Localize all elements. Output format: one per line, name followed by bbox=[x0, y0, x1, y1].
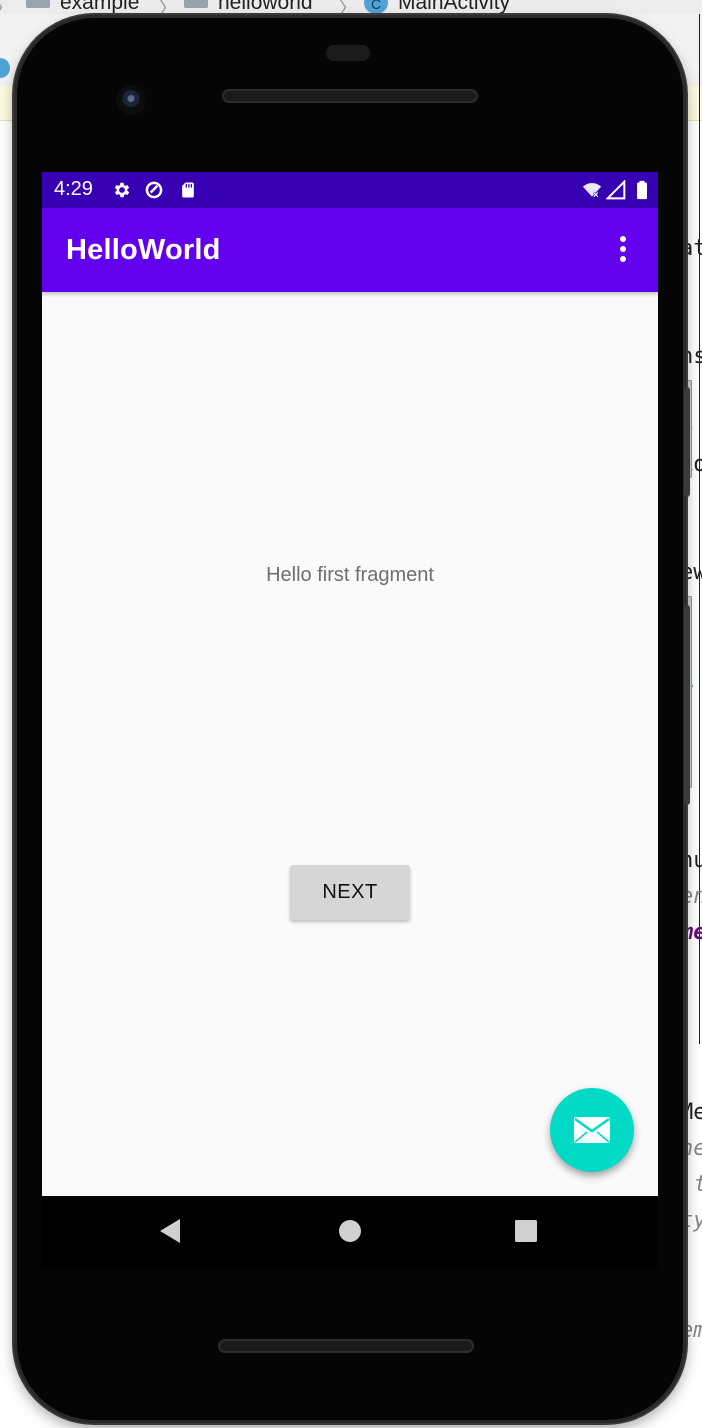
app-title: HelloWorld bbox=[66, 234, 221, 266]
email-icon bbox=[574, 1117, 610, 1143]
code-fragment: t bbox=[694, 1172, 702, 1197]
fragment-text: Hello first fragment bbox=[266, 564, 434, 586]
device-screen: 4:29 HelloWorld Hello first fragment NEX… bbox=[42, 172, 658, 1196]
folder-icon bbox=[26, 0, 50, 8]
breadcrumb-item-helloworld[interactable]: helloworld bbox=[218, 0, 313, 14]
breadcrumb-item-mainactivity[interactable]: MainActivity bbox=[398, 0, 510, 14]
app-bar: HelloWorld bbox=[42, 208, 658, 292]
breadcrumb-item-example[interactable]: example bbox=[60, 0, 139, 14]
navigation-bar bbox=[42, 1196, 658, 1268]
earpiece bbox=[326, 45, 370, 61]
battery-icon bbox=[637, 180, 647, 200]
status-bar: 4:29 bbox=[42, 172, 658, 208]
class-icon: C bbox=[364, 0, 388, 14]
front-camera bbox=[116, 85, 146, 115]
next-button[interactable]: NEXT bbox=[290, 865, 410, 920]
sd-card-icon bbox=[182, 182, 194, 198]
wifi-icon bbox=[582, 183, 602, 198]
home-icon[interactable] bbox=[338, 1218, 362, 1244]
data-saver-icon bbox=[145, 181, 163, 199]
settings-icon bbox=[114, 182, 130, 198]
recents-icon[interactable] bbox=[514, 1218, 538, 1244]
breadcrumb-separator: 〉 bbox=[158, 0, 178, 15]
power-button[interactable] bbox=[684, 605, 690, 805]
cell-signal-icon bbox=[606, 180, 626, 200]
folder-icon bbox=[184, 0, 208, 8]
volume-button[interactable] bbox=[684, 387, 690, 497]
top-speaker bbox=[222, 89, 478, 103]
email-fab[interactable] bbox=[550, 1088, 634, 1172]
more-vert-icon[interactable] bbox=[616, 236, 630, 266]
breadcrumb-separator: 〉 bbox=[0, 0, 14, 14]
bottom-speaker bbox=[218, 1339, 474, 1353]
back-icon[interactable] bbox=[158, 1218, 182, 1244]
ide-breadcrumb: 〉 example 〉 helloworld 〉 C MainActivity bbox=[0, 0, 702, 15]
tab-file-icon[interactable] bbox=[0, 58, 10, 78]
status-time: 4:29 bbox=[54, 178, 93, 200]
breadcrumb-separator: 〉 bbox=[338, 0, 358, 15]
